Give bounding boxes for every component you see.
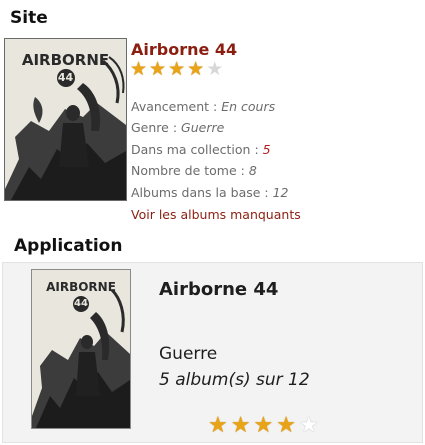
- app-genre: Guerre: [159, 344, 218, 364]
- star-filled-icon[interactable]: ★: [130, 60, 147, 80]
- field-label: Genre :: [131, 120, 182, 135]
- star-empty-icon[interactable]: ★: [299, 413, 319, 437]
- field-label: Avancement :: [131, 99, 222, 114]
- field-value: 8: [248, 163, 257, 178]
- star-filled-icon[interactable]: ★: [187, 60, 204, 80]
- star-filled-icon[interactable]: ★: [276, 413, 296, 437]
- field-value: Guerre: [181, 120, 225, 135]
- app-rating-stars[interactable]: ★ ★ ★ ★ ★: [208, 413, 319, 437]
- star-filled-icon[interactable]: ★: [231, 413, 251, 437]
- cover-series-number: 44: [56, 69, 75, 87]
- field-nombre-tome: Nombre de tome : 8: [131, 163, 257, 178]
- cover-series-number: 44: [73, 296, 89, 312]
- app-album-name: Airborne 44: [159, 279, 279, 300]
- album-cover-image[interactable]: AIRBORNE 44: [4, 38, 127, 201]
- field-label: Nombre de tome :: [131, 163, 249, 178]
- field-value: 12: [272, 185, 289, 200]
- app-list-item[interactable]: AIRBORNE 44 Airborne 44 Guerre 5 album(s…: [2, 262, 423, 443]
- site-rating-stars[interactable]: ★ ★ ★ ★ ★: [130, 60, 223, 80]
- site-section-title: Site: [10, 8, 48, 28]
- star-filled-icon[interactable]: ★: [208, 413, 228, 437]
- star-filled-icon[interactable]: ★: [149, 60, 166, 80]
- field-avancement: Avancement : En cours: [131, 99, 275, 114]
- field-albums-base: Albums dans la base : 12: [131, 185, 289, 200]
- field-label: Albums dans la base :: [131, 185, 273, 200]
- star-filled-icon[interactable]: ★: [168, 60, 185, 80]
- field-label: Dans ma collection :: [131, 142, 263, 157]
- app-albums-count: 5 album(s) sur 12: [159, 370, 310, 390]
- app-section-title: Application: [14, 236, 123, 256]
- field-value: 5: [262, 142, 271, 157]
- site-album-name[interactable]: Airborne 44: [131, 40, 237, 59]
- field-collection: Dans ma collection : 5: [131, 142, 271, 157]
- field-genre: Genre : Guerre: [131, 120, 224, 135]
- star-empty-icon[interactable]: ★: [206, 60, 223, 80]
- field-value: En cours: [221, 99, 276, 114]
- album-cover-image[interactable]: AIRBORNE 44: [31, 269, 131, 429]
- cover-series-title: AIRBORNE: [46, 280, 116, 294]
- missing-albums-link[interactable]: Voir les albums manquants: [131, 207, 301, 222]
- cover-series-title: AIRBORNE: [21, 51, 110, 69]
- star-filled-icon[interactable]: ★: [253, 413, 273, 437]
- site-panel: AIRBORNE 44 Airborne 44 ★ ★ ★ ★ ★ Avance…: [0, 34, 425, 230]
